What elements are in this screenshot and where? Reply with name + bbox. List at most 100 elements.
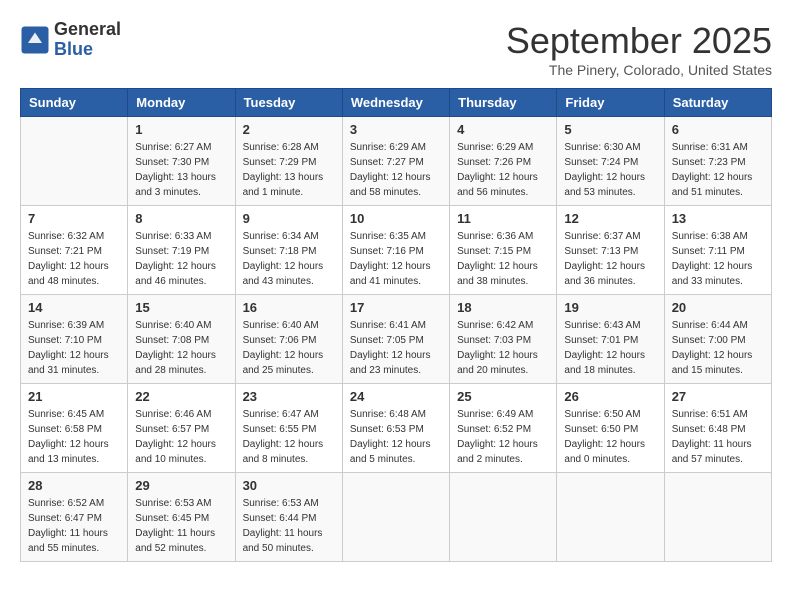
calendar-cell: 21 Sunrise: 6:45 AM Sunset: 6:58 PM Dayli… [21, 384, 128, 473]
day-number: 19 [564, 300, 656, 315]
calendar-cell: 2Sunrise: 6:28 AM Sunset: 7:29 PM Daylig… [235, 117, 342, 206]
day-number: 4 [457, 122, 549, 137]
calendar-cell: 12Sunrise: 6:37 AM Sunset: 7:13 PM Dayli… [557, 206, 664, 295]
day-number: 25 [457, 389, 549, 404]
calendar-cell [342, 473, 449, 562]
calendar-cell: 6 Sunrise: 6:31 AM Sunset: 7:23 PM Daylig… [664, 117, 771, 206]
logo-icon [20, 25, 50, 55]
day-info: Sunrise: 6:35 AM Sunset: 7:16 PM Dayligh… [350, 229, 442, 289]
day-number: 18 [457, 300, 549, 315]
calendar-cell [450, 473, 557, 562]
day-number: 16 [243, 300, 335, 315]
day-info: Sunrise: 6:47 AM Sunset: 6:55 PM Dayligh… [243, 407, 335, 467]
header-monday: Monday [128, 89, 235, 117]
day-number: 15 [135, 300, 227, 315]
calendar-cell: 18 Sunrise: 6:42 AM Sunset: 7:03 PM Dayli… [450, 295, 557, 384]
location: The Pinery, Colorado, United States [506, 62, 772, 78]
calendar-week-2: 7 Sunrise: 6:32 AM Sunset: 7:21 PM Daylig… [21, 206, 772, 295]
calendar-cell: 3 Sunrise: 6:29 AM Sunset: 7:27 PM Daylig… [342, 117, 449, 206]
day-number: 29 [135, 478, 227, 493]
day-info: Sunrise: 6:53 AM Sunset: 6:44 PM Dayligh… [243, 496, 335, 556]
day-number: 14 [28, 300, 120, 315]
header-tuesday: Tuesday [235, 89, 342, 117]
day-info: Sunrise: 6:43 AM Sunset: 7:01 PM Dayligh… [564, 318, 656, 378]
day-number: 10 [350, 211, 442, 226]
logo-general: General [54, 19, 121, 39]
logo-text: General Blue [54, 20, 121, 60]
day-info: Sunrise: 6:48 AM Sunset: 6:53 PM Dayligh… [350, 407, 442, 467]
day-info: Sunrise: 6:28 AM Sunset: 7:29 PM Dayligh… [243, 140, 335, 200]
day-info: Sunrise: 6:49 AM Sunset: 6:52 PM Dayligh… [457, 407, 549, 467]
day-number: 28 [28, 478, 120, 493]
day-number: 30 [243, 478, 335, 493]
day-number: 13 [672, 211, 764, 226]
day-number: 5 [564, 122, 656, 137]
calendar-week-3: 14Sunrise: 6:39 AM Sunset: 7:10 PM Dayli… [21, 295, 772, 384]
calendar-cell: 7 Sunrise: 6:32 AM Sunset: 7:21 PM Daylig… [21, 206, 128, 295]
day-info: Sunrise: 6:36 AM Sunset: 7:15 PM Dayligh… [457, 229, 549, 289]
calendar-cell: 5 Sunrise: 6:30 AM Sunset: 7:24 PM Daylig… [557, 117, 664, 206]
header-saturday: Saturday [664, 89, 771, 117]
calendar-cell: 13 Sunrise: 6:38 AM Sunset: 7:11 PM Dayli… [664, 206, 771, 295]
calendar-cell: 29Sunrise: 6:53 AM Sunset: 6:45 PM Dayli… [128, 473, 235, 562]
calendar-cell: 8 Sunrise: 6:33 AM Sunset: 7:19 PM Daylig… [128, 206, 235, 295]
calendar-week-1: 1 Sunrise: 6:27 AM Sunset: 7:30 PM Daylig… [21, 117, 772, 206]
day-number: 23 [243, 389, 335, 404]
day-number: 7 [28, 211, 120, 226]
calendar-cell: 4Sunrise: 6:29 AM Sunset: 7:26 PM Daylig… [450, 117, 557, 206]
day-info: Sunrise: 6:40 AM Sunset: 7:06 PM Dayligh… [243, 318, 335, 378]
day-number: 3 [350, 122, 442, 137]
day-number: 11 [457, 211, 549, 226]
day-number: 1 [135, 122, 227, 137]
calendar-cell: 20 Sunrise: 6:44 AM Sunset: 7:00 PM Dayli… [664, 295, 771, 384]
calendar-cell: 25 Sunrise: 6:49 AM Sunset: 6:52 PM Dayli… [450, 384, 557, 473]
calendar-week-4: 21 Sunrise: 6:45 AM Sunset: 6:58 PM Dayli… [21, 384, 772, 473]
calendar-cell: 26 Sunrise: 6:50 AM Sunset: 6:50 PM Dayli… [557, 384, 664, 473]
day-number: 24 [350, 389, 442, 404]
calendar-cell: 19 Sunrise: 6:43 AM Sunset: 7:01 PM Dayli… [557, 295, 664, 384]
day-number: 26 [564, 389, 656, 404]
calendar: Sunday Monday Tuesday Wednesday Thursday… [20, 88, 772, 562]
day-info: Sunrise: 6:34 AM Sunset: 7:18 PM Dayligh… [243, 229, 335, 289]
calendar-cell: 10 Sunrise: 6:35 AM Sunset: 7:16 PM Dayli… [342, 206, 449, 295]
header-wednesday: Wednesday [342, 89, 449, 117]
calendar-cell: 1 Sunrise: 6:27 AM Sunset: 7:30 PM Daylig… [128, 117, 235, 206]
day-info: Sunrise: 6:32 AM Sunset: 7:21 PM Dayligh… [28, 229, 120, 289]
day-info: Sunrise: 6:50 AM Sunset: 6:50 PM Dayligh… [564, 407, 656, 467]
header-sunday: Sunday [21, 89, 128, 117]
header-thursday: Thursday [450, 89, 557, 117]
day-number: 21 [28, 389, 120, 404]
day-info: Sunrise: 6:38 AM Sunset: 7:11 PM Dayligh… [672, 229, 764, 289]
calendar-cell: 17Sunrise: 6:41 AM Sunset: 7:05 PM Dayli… [342, 295, 449, 384]
day-number: 8 [135, 211, 227, 226]
day-info: Sunrise: 6:31 AM Sunset: 7:23 PM Dayligh… [672, 140, 764, 200]
calendar-cell: 30 Sunrise: 6:53 AM Sunset: 6:44 PM Dayli… [235, 473, 342, 562]
day-info: Sunrise: 6:42 AM Sunset: 7:03 PM Dayligh… [457, 318, 549, 378]
calendar-cell: 28Sunrise: 6:52 AM Sunset: 6:47 PM Dayli… [21, 473, 128, 562]
day-number: 20 [672, 300, 764, 315]
calendar-cell: 22 Sunrise: 6:46 AM Sunset: 6:57 PM Dayli… [128, 384, 235, 473]
day-info: Sunrise: 6:46 AM Sunset: 6:57 PM Dayligh… [135, 407, 227, 467]
day-number: 9 [243, 211, 335, 226]
header-friday: Friday [557, 89, 664, 117]
weekday-header-row: Sunday Monday Tuesday Wednesday Thursday… [21, 89, 772, 117]
day-info: Sunrise: 6:45 AM Sunset: 6:58 PM Dayligh… [28, 407, 120, 467]
day-number: 22 [135, 389, 227, 404]
day-info: Sunrise: 6:33 AM Sunset: 7:19 PM Dayligh… [135, 229, 227, 289]
day-info: Sunrise: 6:37 AM Sunset: 7:13 PM Dayligh… [564, 229, 656, 289]
calendar-cell [664, 473, 771, 562]
calendar-cell: 15 Sunrise: 6:40 AM Sunset: 7:08 PM Dayli… [128, 295, 235, 384]
day-number: 17 [350, 300, 442, 315]
day-info: Sunrise: 6:27 AM Sunset: 7:30 PM Dayligh… [135, 140, 227, 200]
day-info: Sunrise: 6:30 AM Sunset: 7:24 PM Dayligh… [564, 140, 656, 200]
calendar-cell: 24 Sunrise: 6:48 AM Sunset: 6:53 PM Dayli… [342, 384, 449, 473]
calendar-cell: 16 Sunrise: 6:40 AM Sunset: 7:06 PM Dayli… [235, 295, 342, 384]
day-number: 27 [672, 389, 764, 404]
calendar-cell: 23 Sunrise: 6:47 AM Sunset: 6:55 PM Dayli… [235, 384, 342, 473]
day-info: Sunrise: 6:29 AM Sunset: 7:27 PM Dayligh… [350, 140, 442, 200]
day-number: 6 [672, 122, 764, 137]
day-info: Sunrise: 6:44 AM Sunset: 7:00 PM Dayligh… [672, 318, 764, 378]
calendar-cell [21, 117, 128, 206]
day-info: Sunrise: 6:40 AM Sunset: 7:08 PM Dayligh… [135, 318, 227, 378]
calendar-cell: 14Sunrise: 6:39 AM Sunset: 7:10 PM Dayli… [21, 295, 128, 384]
